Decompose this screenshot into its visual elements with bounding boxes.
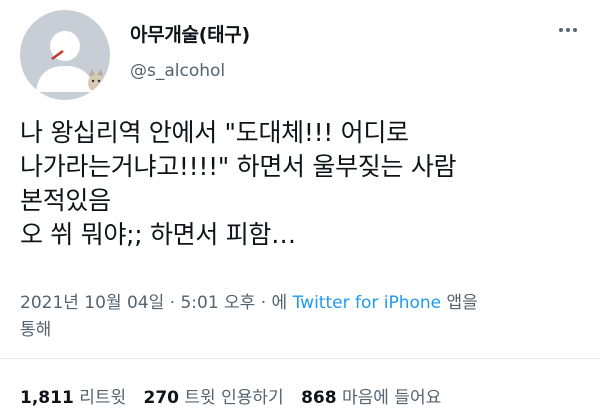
divider [0, 358, 600, 359]
retweets-label: 리트윗 [79, 388, 127, 408]
likes-label: 마음에 들어요 [341, 388, 442, 408]
user-handle[interactable]: @s_alcohol [130, 61, 250, 81]
tweet-text: 나 왕십리역 안에서 "도대체!!! 어디로 나가라는거냐고!!!!" 하면서 … [20, 116, 585, 252]
tweet-meta: 2021년 10월 04일 · 5:01 오후 · 에 Twitter for … [20, 290, 580, 344]
likes-count: 868 [301, 388, 337, 408]
tweet-line: 본적있음 [20, 186, 111, 215]
tweet-header: 아무개술(태구) @s_alcohol [20, 10, 580, 100]
engagement-stats: 1,811 리트윗 270 트윗 인용하기 868 마음에 들어요 [20, 383, 453, 408]
likes-stat[interactable]: 868 마음에 들어요 [301, 388, 441, 408]
quotes-label: 트윗 인용하기 [184, 388, 284, 408]
source-app-link[interactable]: Twitter for iPhone [293, 293, 442, 313]
tweet-line: 나가라는거냐고!!!!" 하면서 울부짖는 사람 [20, 152, 457, 181]
avatar[interactable] [20, 10, 110, 100]
quotes-count: 270 [143, 388, 180, 408]
default-avatar-with-cat-icon [36, 31, 104, 92]
user-names: 아무개술(태구) @s_alcohol [130, 20, 250, 81]
retweets-stat[interactable]: 1,811 리트윗 [20, 388, 126, 408]
meta-suffix-line: 통해 [20, 320, 52, 340]
timestamp[interactable]: 2021년 10월 04일 · 5:01 오후 · 에 [20, 293, 293, 313]
quotes-stat[interactable]: 270 트윗 인용하기 [144, 388, 284, 408]
display-name[interactable]: 아무개술(태구) [130, 20, 250, 47]
more-options-icon[interactable] [556, 18, 580, 42]
meta-suffix: 앱을 [441, 293, 478, 313]
retweets-count: 1,811 [20, 388, 74, 408]
tweet-line: 나 왕십리역 안에서 "도대체!!! 어디로 [20, 118, 409, 147]
tweet-line: 오 쒸 뭐야;; 하면서 피함… [20, 220, 296, 249]
